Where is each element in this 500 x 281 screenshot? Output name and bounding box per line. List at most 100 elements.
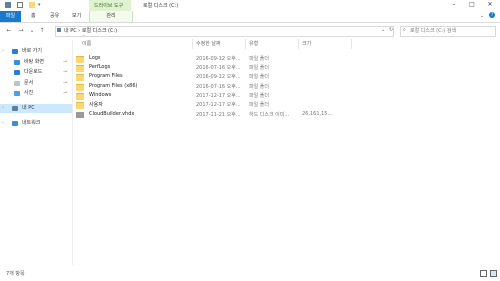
file-name: Program Files (89, 73, 123, 79)
file-name: Program Files (x86) (89, 83, 138, 89)
sidebar-item-label: 네트워크 (22, 120, 41, 126)
tab-view[interactable]: 보기 (72, 11, 81, 22)
column-header-date[interactable]: 수정한 날짜 (196, 40, 221, 47)
pin-icon: ⊸ (63, 90, 68, 96)
pin-icon: ⊸ (63, 59, 68, 65)
network-icon (12, 121, 18, 126)
column-divider[interactable] (245, 39, 246, 49)
file-row[interactable]: Windows 2017-12-17 오후... 파일 폴더 (76, 91, 476, 100)
tab-home[interactable]: 홈 (31, 11, 36, 22)
document-icon (14, 81, 20, 86)
file-date: 2016-07-16 오후... (196, 65, 241, 71)
file-type: 파일 폴더 (249, 93, 269, 99)
forward-button[interactable]: → (17, 27, 25, 34)
help-icon[interactable]: ? (489, 12, 495, 18)
sidebar-item-desktop[interactable]: 바탕 화면 ⊸ (0, 58, 72, 67)
sidebar-item-pictures[interactable]: 사진 ⊸ (0, 89, 72, 98)
tab-manage[interactable]: 관리 (89, 11, 133, 22)
maximize-button[interactable]: □ (466, 0, 478, 10)
disk-image-icon (76, 112, 84, 118)
file-row[interactable]: Program Files (x86) 2016-07-16 오후... 파일 … (76, 82, 476, 91)
column-divider[interactable] (298, 39, 299, 49)
sidebar-item-label: 바탕 화면 (24, 59, 44, 65)
desktop-icon (14, 60, 20, 65)
folder-icon (76, 102, 84, 109)
folder-icon (76, 65, 84, 72)
ribbon-expand-icon[interactable]: ⌄ (480, 13, 484, 19)
sidebar-scrollbar[interactable] (72, 40, 73, 265)
recent-locations-icon[interactable]: ⌄ (28, 27, 36, 34)
search-icon: ⌕ (403, 27, 406, 33)
file-type: 파일 폴더 (249, 84, 269, 90)
download-icon (14, 70, 20, 75)
file-row[interactable]: CloudBuilder.vhdx 2017-11-21 오후... 하드 디스… (76, 110, 476, 119)
column-header-name[interactable]: 이름 (82, 40, 91, 47)
app-icon (5, 2, 11, 8)
sidebar-item-label: 바로 가기 (22, 48, 42, 54)
file-type: 하드 디스크 이미... (249, 112, 290, 118)
expand-arrow-icon[interactable]: › (2, 104, 4, 113)
address-dropdown-icon[interactable]: ⌄ (381, 27, 385, 33)
file-type: 파일 폴더 (249, 56, 269, 62)
folder-icon (76, 74, 84, 81)
expand-arrow-icon[interactable]: › (2, 47, 4, 56)
folder-icon (76, 93, 84, 100)
sidebar-item-label: 사진 (24, 90, 34, 96)
expand-arrow-icon[interactable]: › (2, 119, 4, 128)
pin-icon: ⊸ (63, 80, 68, 86)
column-divider[interactable] (192, 39, 193, 49)
sidebar-item-this-pc[interactable]: › 내 PC (0, 104, 72, 113)
status-item-count: 7개 항목 (6, 271, 25, 277)
sidebar-item-network[interactable]: › 네트워크 (0, 119, 72, 128)
file-date: 2017-11-21 오후... (196, 112, 241, 118)
pc-icon (12, 106, 18, 111)
sort-arrow-icon: ^ (82, 34, 86, 39)
title-bar (0, 0, 500, 11)
refresh-icon[interactable]: ↻ (389, 27, 393, 33)
quick-access-dropdown-icon[interactable]: ▾ (38, 2, 41, 8)
tab-file[interactable]: 파일 (0, 11, 21, 22)
properties-icon[interactable] (17, 2, 23, 8)
window-title: 로컬 디스크 (C:) (143, 3, 179, 9)
file-name: Logs (89, 55, 101, 61)
sidebar-item-quick-access[interactable]: › 바로 가기 (0, 47, 72, 56)
details-view-icon[interactable] (480, 270, 487, 277)
file-type: 파일 폴더 (249, 74, 269, 80)
drive-tools-context-tab: 드라이브 도구 (89, 0, 131, 11)
file-name: PerfLogs (89, 64, 111, 70)
pin-icon: ⊸ (63, 69, 68, 75)
file-row[interactable]: Logs 2016-09-12 오후... 파일 폴더 (76, 54, 476, 63)
folder-icon (76, 84, 84, 91)
file-type: 파일 폴더 (249, 65, 269, 71)
column-header-type[interactable]: 유형 (249, 40, 258, 47)
column-divider[interactable] (351, 39, 352, 49)
file-date: 2016-07-16 오후... (196, 84, 241, 90)
sidebar-item-downloads[interactable]: 다운로드 ⊸ (0, 68, 72, 77)
file-row[interactable]: 사용자 2017-12-17 오후... 파일 폴더 (76, 100, 476, 109)
back-button[interactable]: ← (5, 27, 13, 34)
folder-icon (76, 56, 84, 63)
column-header-size[interactable]: 크기 (302, 40, 311, 47)
large-icons-view-icon[interactable] (490, 270, 497, 277)
file-date: 2016-09-12 오후... (196, 74, 241, 80)
tab-share[interactable]: 공유 (50, 11, 59, 22)
file-type: 파일 폴더 (249, 102, 269, 108)
up-button[interactable]: ↑ (38, 27, 46, 34)
file-size: 26,161,15... (302, 111, 333, 117)
minimize-button[interactable]: – (448, 0, 460, 10)
sidebar-item-label: 다운로드 (24, 69, 43, 75)
file-row[interactable]: PerfLogs 2016-07-16 오후... 파일 폴더 (76, 63, 476, 72)
sidebar-item-label: 내 PC (22, 105, 35, 111)
breadcrumb[interactable]: 내 PC › 로컬 디스크 (C:) (64, 27, 117, 34)
pc-icon (57, 28, 61, 32)
close-button[interactable]: ✕ (484, 0, 496, 10)
file-row[interactable]: Program Files 2016-09-12 오후... 파일 폴더 (76, 72, 476, 81)
new-folder-icon[interactable] (29, 2, 35, 8)
sidebar-item-documents[interactable]: 문서 ⊸ (0, 79, 72, 88)
file-date: 2017-12-17 오후... (196, 93, 241, 99)
file-name: Windows (89, 92, 112, 98)
pictures-icon (14, 91, 20, 96)
sidebar-item-label: 문서 (24, 80, 34, 86)
file-name: CloudBuilder.vhdx (89, 111, 135, 117)
star-icon (12, 49, 18, 54)
